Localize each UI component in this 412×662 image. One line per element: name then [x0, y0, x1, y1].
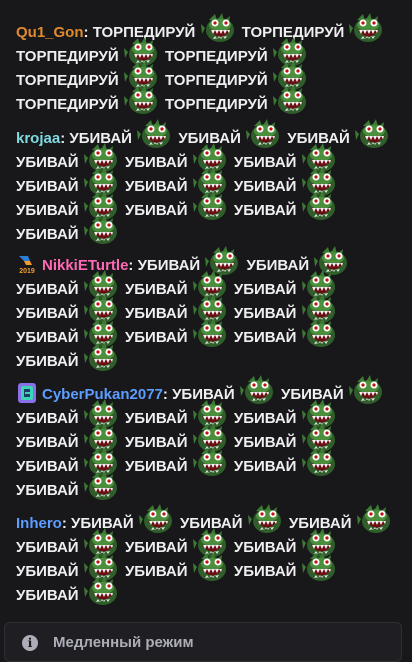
- chat-text: УБИВАЙ: [137, 257, 201, 274]
- username-colon: :: [128, 257, 138, 274]
- chat-message: CyberPukan2077: УБИВАЙ УБИВАЙ УБИВАЙ УБИ…: [16, 375, 386, 500]
- piranha-emote-icon[interactable]: [83, 576, 120, 605]
- chat-text: УБИВАЙ: [233, 458, 297, 475]
- chat-text: ТОРПЕДИРУЙ: [164, 96, 268, 113]
- chat-text: ТОРПЕДИРУЙ: [16, 72, 119, 89]
- chat-text: УБИВАЙ: [124, 202, 188, 219]
- chat-username[interactable]: krojaa: [16, 130, 60, 147]
- 2019-badge-icon[interactable]: 2019: [16, 254, 38, 275]
- chat-text: УБИВАЙ: [16, 202, 79, 219]
- piranha-emote-icon[interactable]: [356, 504, 393, 533]
- chat-text: УБИВАЙ: [16, 563, 79, 580]
- chat-text: УБИВАЙ: [16, 281, 79, 298]
- chat-text: ТОРПЕДИРУЙ: [164, 48, 268, 65]
- chat-text: УБИВАЙ: [16, 410, 79, 427]
- chat-text: УБИВАЙ: [16, 482, 79, 499]
- piranha-emote-icon[interactable]: [137, 119, 173, 148]
- piranha-emote-icon[interactable]: [192, 447, 229, 476]
- chat-text: ТОРПЕДИРУЙ: [16, 48, 119, 65]
- chat-message: 2019 NikkiETurtle: УБИВАЙ УБИВАЙ УБИВАЙ У…: [16, 246, 386, 371]
- piranha-emote-icon[interactable]: [349, 13, 385, 42]
- piranha-emote-icon[interactable]: [192, 191, 229, 220]
- chat-text: УБИВАЙ: [16, 587, 79, 604]
- chat-text: УБИВАЙ: [233, 202, 297, 219]
- piranha-emote-icon[interactable]: [200, 13, 237, 42]
- svg-text:2019: 2019: [19, 268, 35, 274]
- chat-text: УБИВАЙ: [233, 410, 297, 427]
- piranha-emote-icon[interactable]: [301, 318, 338, 347]
- username-colon: :: [60, 130, 70, 147]
- piranha-emote-icon[interactable]: [138, 504, 175, 533]
- chat-text: УБИВАЙ: [124, 539, 188, 556]
- chat-text: УБИВАЙ: [124, 329, 188, 346]
- piranha-emote-icon[interactable]: [192, 318, 229, 347]
- piranha-emote-icon[interactable]: [348, 375, 385, 404]
- piranha-emote-icon[interactable]: [83, 471, 120, 500]
- chat-feed[interactable]: Qu1_Gon: ТОРПЕДИРУЙ ТОРПЕДИРУЙ ТОРПЕДИРУ…: [0, 0, 412, 616]
- chat-text: УБИВАЙ: [233, 329, 297, 346]
- chat-text: УБИВАЙ: [233, 178, 297, 195]
- piranha-emote-icon[interactable]: [355, 119, 391, 148]
- chat-text: УБИВАЙ: [16, 539, 79, 556]
- username-colon: :: [83, 24, 93, 41]
- chat-text: УБИВАЙ: [124, 434, 188, 451]
- slow-mode-banner: i Медленный режим: [4, 622, 402, 662]
- chat-text: УБИВАЙ: [124, 305, 188, 322]
- username-colon: :: [61, 515, 72, 532]
- chat-text: УБИВАЙ: [233, 305, 297, 322]
- chat-text: УБИВАЙ: [124, 410, 188, 427]
- chat-text: УБИВАЙ: [16, 434, 79, 451]
- info-icon[interactable]: i: [22, 635, 38, 651]
- piranha-emote-icon[interactable]: [246, 119, 282, 148]
- piranha-emote-icon[interactable]: [301, 552, 338, 581]
- chat-text: УБИВАЙ: [233, 434, 297, 451]
- piranha-emote-icon[interactable]: [301, 447, 338, 476]
- chat-text: УБИВАЙ: [124, 458, 188, 475]
- chat-text: УБИВАЙ: [246, 257, 310, 274]
- chat-message: Inhero: УБИВАЙ УБИВАЙ УБИВАЙ УБИВАЙ УБИВ…: [16, 504, 390, 605]
- piranha-emote-icon[interactable]: [247, 504, 284, 533]
- chat-text: УБИВАЙ: [16, 353, 79, 370]
- chat-text: УБИВАЙ: [124, 281, 188, 298]
- chat-text: УБИВАЙ: [16, 226, 79, 243]
- piranha-emote-icon[interactable]: [83, 215, 120, 244]
- piranha-emote-icon[interactable]: [239, 375, 276, 404]
- subscriber-badge-icon[interactable]: [16, 383, 38, 403]
- chat-text: ТОРПЕДИРУЙ: [164, 72, 268, 89]
- chat-text: УБИВАЙ: [124, 154, 188, 171]
- chat-text: УБИВАЙ: [16, 154, 79, 171]
- username-colon: :: [162, 386, 173, 403]
- piranha-emote-icon[interactable]: [272, 85, 309, 114]
- chat-text: УБИВАЙ: [16, 305, 79, 322]
- chat-text: УБИВАЙ: [124, 563, 188, 580]
- slow-mode-label: Медленный режим: [53, 634, 194, 651]
- chat-message-line: ТОРПЕДИРУЙ ТОРПЕДИРУЙ: [16, 61, 386, 90]
- chat-message-line: Qu1_Gon: ТОРПЕДИРУЙ ТОРПЕДИРУЙ: [16, 13, 386, 42]
- piranha-emote-icon[interactable]: [301, 191, 338, 220]
- chat-text: УБИВАЙ: [233, 281, 297, 298]
- chat-message-line: УБИВАЙ УБИВАЙ УБИВАЙ: [16, 447, 386, 476]
- chat-text: УБИВАЙ: [233, 539, 297, 556]
- chat-text: УБИВАЙ: [233, 154, 297, 171]
- piranha-emote-icon[interactable]: [83, 342, 120, 371]
- chat-text: УБИВАЙ: [16, 458, 79, 475]
- piranha-emote-icon[interactable]: [123, 85, 160, 114]
- piranha-emote-icon[interactable]: [192, 552, 229, 581]
- chat-text: УБИВАЙ: [16, 329, 79, 346]
- chat-text: УБИВАЙ: [124, 178, 188, 195]
- chat-text: УБИВАЙ: [233, 563, 297, 580]
- chat-message: krojaa: УБИВАЙ УБИВАЙ УБИВАЙ УБИВАЙ УБИВ…: [16, 119, 389, 244]
- chat-message: Qu1_Gon: ТОРПЕДИРУЙ ТОРПЕДИРУЙ ТОРПЕДИРУ…: [16, 13, 386, 114]
- chat-username[interactable]: Qu1_Gon: [16, 24, 84, 41]
- chat-text: УБИВАЙ: [16, 178, 79, 195]
- chat-text: ТОРПЕДИРУЙ: [16, 96, 119, 113]
- chat-message-line: ТОРПЕДИРУЙ ТОРПЕДИРУЙ: [16, 85, 386, 114]
- chat-message-line: УБИВАЙ УБИВАЙ УБИВАЙ: [16, 191, 386, 220]
- chat-message-line: УБИВАЙ УБИВАЙ УБИВАЙ: [16, 318, 386, 347]
- chat-username[interactable]: Inhero: [16, 515, 62, 532]
- chat-message-line: УБИВАЙ УБИВАЙ УБИВАЙ: [16, 552, 386, 581]
